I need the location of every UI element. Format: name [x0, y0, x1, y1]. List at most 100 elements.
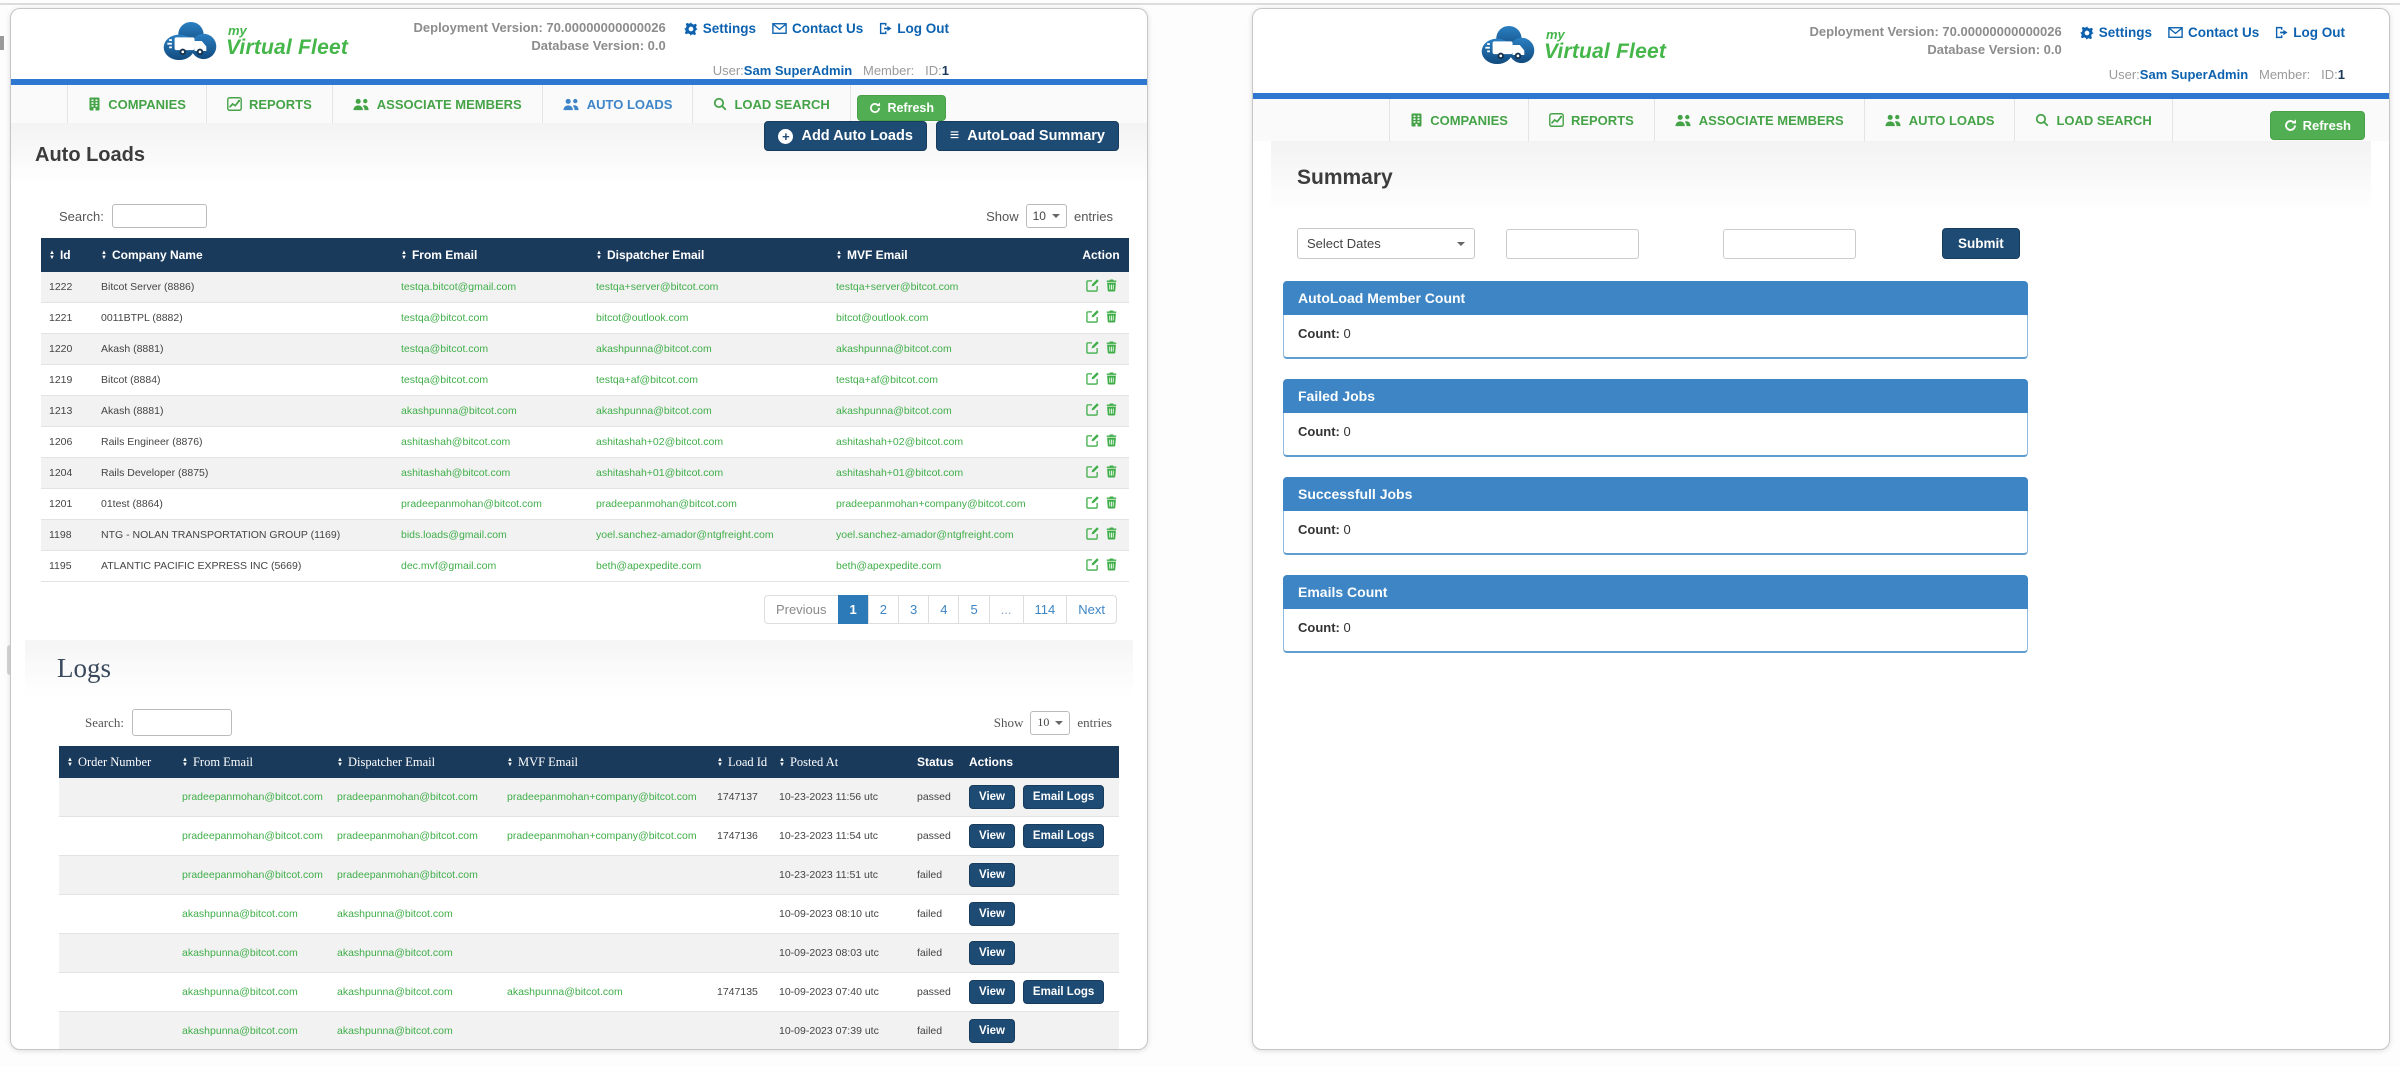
date-range-select[interactable]: Select Dates — [1297, 228, 1475, 259]
nav-item-auto-loads[interactable]: AUTO LOADS — [542, 85, 693, 123]
cell-dispatcher-email[interactable]: akashpunna@bitcot.com — [329, 973, 499, 1012]
edit-icon[interactable] — [1086, 496, 1099, 512]
cell-mvf-email[interactable]: beth@apexpedite.com — [828, 551, 1073, 582]
refresh-button[interactable]: Refresh — [2270, 111, 2365, 140]
pagination-page[interactable]: 5 — [958, 595, 989, 624]
edit-icon[interactable] — [1086, 527, 1099, 543]
nav-item-auto-loads[interactable]: AUTO LOADS — [1864, 99, 2015, 141]
cell-dispatcher-email[interactable]: akashpunna@bitcot.com — [329, 934, 499, 973]
cell-mvf-email[interactable]: akashpunna@bitcot.com — [828, 396, 1073, 427]
col-header-dispatcher-email[interactable]: ▲▼Dispatcher Email — [329, 746, 499, 778]
nav-item-load-search[interactable]: LOAD SEARCH — [2014, 99, 2172, 141]
nav-item-reports[interactable]: REPORTS — [1528, 99, 1654, 141]
cell-mvf-email[interactable]: yoel.sanchez-amador@ntgfreight.com — [828, 520, 1073, 551]
nav-item-load-search[interactable]: LOAD SEARCH — [692, 85, 850, 123]
col-header-company[interactable]: ▲▼Company Name — [93, 238, 393, 272]
delete-icon[interactable] — [1106, 403, 1117, 419]
cell-from-email[interactable]: akashpunna@bitcot.com — [393, 396, 588, 427]
delete-icon[interactable] — [1106, 341, 1117, 357]
cell-from-email[interactable]: akashpunna@bitcot.com — [174, 934, 329, 973]
view-button[interactable]: View — [969, 863, 1015, 887]
cell-from-email[interactable]: dec.mvf@gmail.com — [393, 551, 588, 582]
col-header-mvf-email[interactable]: ▲▼MVF Email — [499, 746, 709, 778]
pagination-page[interactable]: 1 — [838, 595, 869, 624]
col-header-mvf-email[interactable]: ▲▼MVF Email — [828, 238, 1073, 272]
cell-mvf-email[interactable] — [499, 895, 709, 934]
cell-mvf-email[interactable]: akashpunna@bitcot.com — [828, 334, 1073, 365]
logs-page-size-select[interactable]: 10 — [1030, 711, 1070, 735]
cell-mvf-email[interactable]: pradeepanmohan+company@bitcot.com — [499, 817, 709, 856]
logout-link[interactable]: Log Out — [879, 21, 949, 36]
edit-icon[interactable] — [1086, 465, 1099, 481]
cell-from-email[interactable]: pradeepanmohan@bitcot.com — [174, 856, 329, 895]
pagination-next[interactable]: Next — [1066, 595, 1117, 624]
brand-logo[interactable]: my Virtual Fleet — [161, 19, 348, 63]
cell-mvf-email[interactable] — [499, 856, 709, 895]
email-logs-button[interactable]: Email Logs — [1023, 785, 1104, 809]
delete-icon[interactable] — [1106, 496, 1117, 512]
delete-icon[interactable] — [1106, 372, 1117, 388]
cell-dispatcher-email[interactable]: akashpunna@bitcot.com — [329, 895, 499, 934]
cell-dispatcher-email[interactable]: pradeepanmohan@bitcot.com — [588, 489, 828, 520]
cell-dispatcher-email[interactable]: ashitashah+01@bitcot.com — [588, 458, 828, 489]
refresh-button[interactable]: Refresh — [857, 95, 946, 121]
view-button[interactable]: View — [969, 902, 1015, 926]
view-button[interactable]: View — [969, 785, 1015, 809]
col-header-order-number[interactable]: ▲▼Order Number — [59, 746, 174, 778]
cell-dispatcher-email[interactable]: bitcot@outlook.com — [588, 303, 828, 334]
cell-from-email[interactable]: testqa@bitcot.com — [393, 303, 588, 334]
cell-dispatcher-email[interactable]: akashpunna@bitcot.com — [588, 396, 828, 427]
cell-dispatcher-email[interactable]: pradeepanmohan@bitcot.com — [329, 817, 499, 856]
edit-icon[interactable] — [1086, 403, 1099, 419]
nav-item-associate-members[interactable]: ASSOCIATE MEMBERS — [1654, 99, 1864, 141]
end-date-input[interactable] — [1723, 229, 1856, 259]
cell-from-email[interactable]: testqa@bitcot.com — [393, 365, 588, 396]
brand-logo[interactable]: my Virtual Fleet — [1479, 23, 1666, 67]
cell-dispatcher-email[interactable]: akashpunna@bitcot.com — [588, 334, 828, 365]
cell-mvf-email[interactable]: akashpunna@bitcot.com — [499, 973, 709, 1012]
edit-icon[interactable] — [1086, 372, 1099, 388]
edit-icon[interactable] — [1086, 434, 1099, 450]
cell-mvf-email[interactable]: testqa+af@bitcot.com — [828, 365, 1073, 396]
col-header-posted-at[interactable]: ▲▼Posted At — [771, 746, 909, 778]
pagination-page[interactable]: 2 — [868, 595, 899, 624]
delete-icon[interactable] — [1106, 310, 1117, 326]
cell-dispatcher-email[interactable]: ashitashah+02@bitcot.com — [588, 427, 828, 458]
contact-us-link[interactable]: Contact Us — [772, 21, 863, 36]
cell-dispatcher-email[interactable]: yoel.sanchez-amador@ntgfreight.com — [588, 520, 828, 551]
col-header-id[interactable]: ▲▼Id — [41, 238, 93, 272]
edit-icon[interactable] — [1086, 310, 1099, 326]
cell-mvf-email[interactable]: pradeepanmohan+company@bitcot.com — [828, 489, 1073, 520]
nav-item-reports[interactable]: REPORTS — [206, 85, 332, 123]
delete-icon[interactable] — [1106, 279, 1117, 295]
view-button[interactable]: View — [969, 980, 1015, 1004]
contact-us-link[interactable]: Contact Us — [2168, 25, 2259, 40]
cell-from-email[interactable]: ashitashah@bitcot.com — [393, 458, 588, 489]
edit-icon[interactable] — [1086, 279, 1099, 295]
col-header-dispatcher-email[interactable]: ▲▼Dispatcher Email — [588, 238, 828, 272]
cell-from-email[interactable]: testqa@bitcot.com — [393, 334, 588, 365]
nav-item-companies[interactable]: COMPANIES — [1389, 99, 1528, 141]
delete-icon[interactable] — [1106, 434, 1117, 450]
cell-dispatcher-email[interactable]: pradeepanmohan@bitcot.com — [329, 856, 499, 895]
cell-from-email[interactable]: pradeepanmohan@bitcot.com — [174, 778, 329, 817]
start-date-input[interactable] — [1506, 229, 1639, 259]
cell-mvf-email[interactable]: ashitashah+02@bitcot.com — [828, 427, 1073, 458]
logs-search-input[interactable] — [132, 709, 232, 736]
view-button[interactable]: View — [969, 1019, 1015, 1043]
col-header-load-id[interactable]: ▲▼Load Id — [709, 746, 771, 778]
cell-from-email[interactable]: akashpunna@bitcot.com — [174, 1012, 329, 1051]
search-input[interactable] — [112, 204, 207, 228]
cell-dispatcher-email[interactable]: testqa+af@bitcot.com — [588, 365, 828, 396]
cell-mvf-email[interactable]: bitcot@outlook.com — [828, 303, 1073, 334]
cell-from-email[interactable]: akashpunna@bitcot.com — [174, 895, 329, 934]
cell-mvf-email[interactable]: testqa+server@bitcot.com — [828, 272, 1073, 303]
pagination-page[interactable]: 4 — [928, 595, 959, 624]
email-logs-button[interactable]: Email Logs — [1023, 980, 1104, 1004]
cell-dispatcher-email[interactable]: beth@apexpedite.com — [588, 551, 828, 582]
cell-dispatcher-email[interactable]: akashpunna@bitcot.com — [329, 1012, 499, 1051]
cell-from-email[interactable]: ashitashah@bitcot.com — [393, 427, 588, 458]
pagination-page[interactable]: 3 — [898, 595, 929, 624]
page-size-select[interactable]: 10 — [1026, 204, 1067, 228]
view-button[interactable]: View — [969, 824, 1015, 848]
